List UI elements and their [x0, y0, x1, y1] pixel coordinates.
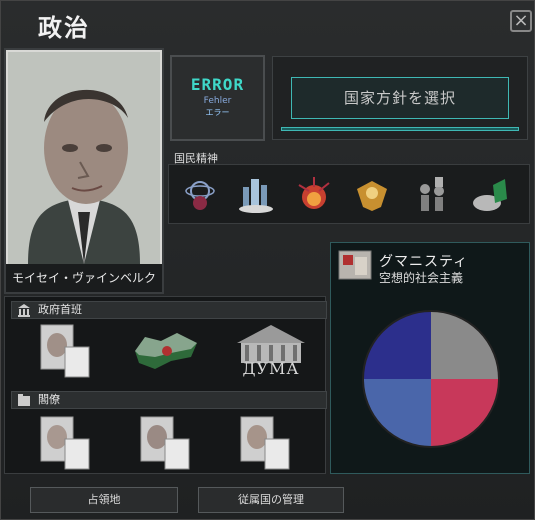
national-spirits-panel — [168, 164, 530, 224]
duma-label: ДУМА — [242, 359, 300, 378]
error-sub-label: Fehler — [203, 96, 232, 106]
focus-progress-bar — [281, 127, 519, 131]
ruling-party-panel: グマニスティ 空想的社会主義 — [330, 242, 530, 474]
occupied-territories-button[interactable]: 占領地 — [30, 487, 178, 513]
building-icon — [17, 303, 31, 317]
manage-subjects-button[interactable]: 従属国の管理 — [198, 487, 344, 513]
duma-icon[interactable]: ДУМА — [233, 323, 309, 378]
party-ideology: 空想的社会主義 — [379, 271, 464, 285]
cabinet-minister-card[interactable] — [239, 415, 290, 471]
head-of-government-card[interactable] — [39, 323, 90, 379]
fist-crowd-icon[interactable] — [411, 173, 453, 215]
folder-icon — [17, 393, 31, 407]
pie-slice-lightblue — [363, 379, 431, 447]
pie-slice-grey — [431, 311, 499, 379]
cabinet-minister-card[interactable] — [139, 415, 190, 471]
error-sub-label-jp: エラー — [205, 108, 230, 117]
government-panel: 政府首班 ДУМА 閣僚 — [4, 296, 327, 474]
cabinet-minister-card[interactable] — [39, 415, 90, 471]
government-head-header: 政府首班 — [11, 301, 327, 319]
party-popularity-chart[interactable] — [361, 309, 501, 449]
explosion-icon[interactable] — [293, 173, 335, 215]
leader-portrait — [8, 52, 160, 264]
city-icon[interactable] — [235, 173, 277, 215]
close-button[interactable]: × — [510, 10, 532, 32]
eagle-emblem-icon[interactable] — [351, 173, 393, 215]
window-title: 政治 — [38, 14, 90, 42]
national-focus-panel: 国家方針を選択 — [272, 56, 528, 140]
industry-icon[interactable] — [469, 173, 511, 215]
government-head-label: 政府首班 — [38, 303, 82, 316]
error-label: ERROR — [190, 75, 245, 94]
pie-slice-blue — [363, 311, 431, 379]
close-icon: × — [513, 10, 529, 31]
party-emblem-icon[interactable] — [337, 249, 373, 281]
country-map-icon[interactable] — [131, 327, 203, 375]
leader-portrait-frame[interactable]: モイセイ・ヴァインベルク — [4, 48, 164, 294]
cabinet-header: 閣僚 — [11, 391, 327, 409]
ideology-badge[interactable]: ERROR Fehler エラー — [170, 55, 265, 141]
pie-slice-red — [431, 379, 499, 447]
party-name: グマニスティ — [379, 254, 469, 270]
atom-flower-icon[interactable] — [179, 173, 221, 215]
leader-name: モイセイ・ヴァインベルク — [6, 264, 162, 292]
select-focus-button[interactable]: 国家方針を選択 — [291, 77, 509, 119]
cabinet-label: 閣僚 — [38, 393, 60, 406]
